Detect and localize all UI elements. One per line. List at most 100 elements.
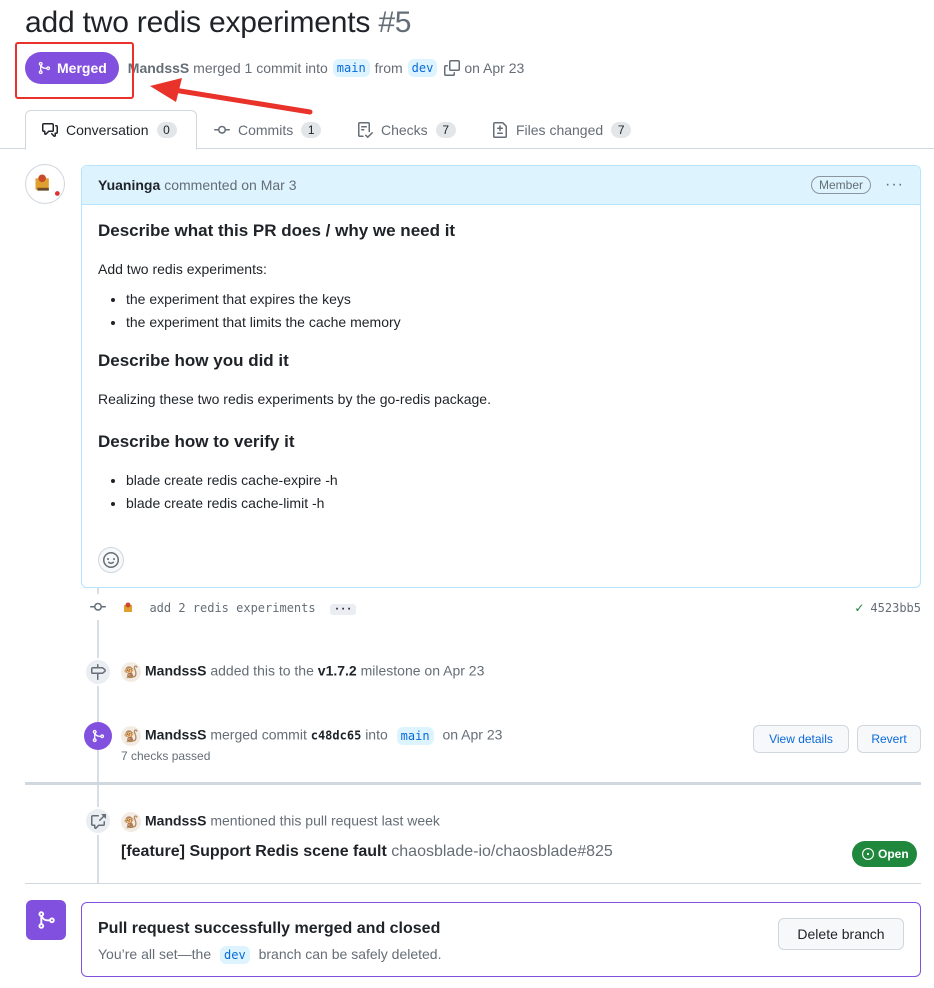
pr-title-text: add two redis experiments [25,6,371,39]
heading-how: Describe how you did it [98,351,289,371]
merged-date: on Apr 23 [442,726,503,743]
merge-date: on Apr 23 [464,60,525,76]
tab-commits[interactable]: Commits 1 [198,110,337,149]
tab-files-changed[interactable]: Files changed 7 [476,110,647,149]
comment-author[interactable]: Yuaninga [98,177,160,193]
tab-files-changed-label: Files changed [516,121,604,138]
referenced-issue-repo[interactable]: chaosblade-io/chaosblade#825 [391,843,613,860]
comment-meta[interactable]: commented on Mar 3 [164,177,296,193]
file-diff-icon [493,121,507,138]
list-verify: blade create redis cache-expire -h blade… [98,472,904,511]
actor-name[interactable]: MandssS [145,663,206,679]
check-icon[interactable]: ✓ [854,601,864,615]
milestone-text: 🐒 MandssS added this to the v1.7.2 milest… [121,662,484,682]
milestone-suffix: milestone on Apr 23 [360,662,485,679]
smiley-icon [103,552,119,568]
merge-status-text-before: You’re all set—the [98,946,212,962]
avatar-image [124,602,132,612]
annotation-box [15,42,134,99]
list-item: the experiment that limits the cache mem… [126,314,904,330]
tab-commits-label: Commits [238,121,294,138]
commit-node [85,594,111,620]
base-branch[interactable]: main [332,59,370,77]
deletable-branch[interactable]: dev [220,946,250,964]
mention-text: 🐒 MandssS mentioned this pull request las… [121,812,440,832]
tab-checks[interactable]: Checks 7 [341,110,472,149]
milestone-link[interactable]: v1.7.2 [318,663,357,679]
add-reaction-button[interactable] [98,547,124,573]
referenced-issue-title[interactable]: [feature] Support Redis scene fault [121,843,387,860]
commit-message[interactable]: add 2 redis experiments [149,601,315,615]
open-state-badge: Open [852,841,917,867]
merged-branch[interactable]: main [396,726,434,745]
merge-status-box: Pull request successfully merged and clo… [81,902,921,977]
commit-sha[interactable]: 4523bb5 [870,601,921,615]
commit-author-avatar[interactable] [121,600,137,616]
tab-files-changed-count: 7 [611,121,632,138]
milestone-icon [91,664,106,680]
mention-node [84,807,112,835]
checklist-icon [358,121,373,138]
merge-status-text: You’re all set—the dev branch can be saf… [98,946,442,964]
member-badge: Member [811,176,872,194]
head-branch[interactable]: dev [407,59,438,77]
merged-into: into [365,726,388,743]
commit-expand-button[interactable]: ··· [330,604,357,615]
referenced-issue[interactable]: [feature] Support Redis scene fault chao… [121,843,613,861]
heading-verify: Describe how to verify it [98,432,295,452]
milestone-node [84,658,112,686]
list-what: the experiment that expires the keys the… [98,291,904,330]
actor-name[interactable]: MandssS [145,813,206,829]
checks-passed: 7 checks passed [121,749,211,763]
pr-number: #5 [378,6,412,39]
actor-avatar[interactable]: 🐒 [121,662,141,682]
delete-branch-button[interactable]: Delete branch [778,918,904,950]
actor-name[interactable]: MandssS [145,727,206,743]
pr-description-comment: Yuaninga commented on Mar 3 Member ··· D… [81,165,921,588]
merge-status-title: Pull request successfully merged and clo… [98,920,441,937]
commit-row: add 2 redis experiments ··· [121,600,357,616]
tab-checks-count: 7 [435,121,456,138]
comment-header: Yuaninga commented on Mar 3 Member ··· [82,166,920,205]
commit-sha-row: ✓ 4523bb5 [854,601,921,615]
merge-status-icon [26,900,66,940]
actor-avatar[interactable]: 🐒 [121,726,141,746]
paragraph-how: Realizing these two redis experiments by… [98,391,491,408]
revert-button[interactable]: Revert [857,725,921,753]
merge-icon [38,911,55,929]
list-item: blade create redis cache-expire -h [126,472,904,488]
from-text: from [374,60,403,76]
copy-icon[interactable] [444,60,461,76]
git-commit-icon [90,602,106,611]
pr-tabs: Conversation 0 Commits 1 Checks 7 Files … [0,110,934,150]
merge-icon [92,729,105,743]
tab-conversation[interactable]: Conversation 0 [25,110,197,150]
avatar-image [35,174,60,196]
tab-commits-count: 1 [301,121,322,138]
comment-body: Describe what this PR does / why we need… [82,205,920,546]
kebab-menu-icon[interactable]: ··· [885,176,904,194]
timeline-divider [25,782,921,785]
issue-open-icon [862,848,874,860]
section-divider [25,883,921,884]
tab-conversation-label: Conversation [66,122,149,138]
merged-action: merged commit [210,726,307,743]
comment-discussion-icon [42,123,58,137]
view-details-button[interactable]: View details [753,725,849,753]
cross-reference-icon [91,814,106,829]
list-item: the experiment that expires the keys [126,291,904,307]
avatar[interactable] [25,164,65,204]
merged-node [84,722,112,750]
merged-text: 🐒 MandssS merged commit c48dc65 into main… [121,726,502,746]
tab-conversation-count: 0 [156,122,177,138]
heading-what: Describe what this PR does / why we need… [98,221,456,240]
commit-icon [214,125,230,134]
merge-commit-sha[interactable]: c48dc65 [311,729,362,743]
pr-title: add two redis experiments #5 [25,6,411,40]
merge-status-text-after: branch can be safely deleted. [258,946,442,962]
actor-avatar[interactable]: 🐒 [121,812,141,832]
mention-action: mentioned this pull request last week [210,812,440,829]
milestone-action: added this to the [210,662,314,679]
list-item: blade create redis cache-limit -h [126,495,904,511]
open-state-label: Open [878,847,909,861]
